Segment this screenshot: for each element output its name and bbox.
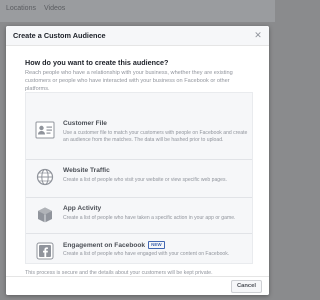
new-badge: NEW: [148, 241, 165, 249]
option-title: Website Traffic: [63, 167, 110, 174]
audience-options-list: Customer File Use a customer file to mat…: [25, 92, 253, 264]
option-website-traffic[interactable]: Website Traffic Create a list of people …: [26, 159, 252, 197]
option-title: Customer File: [63, 120, 107, 127]
dialog-question: How do you want to create this audience?: [25, 58, 169, 67]
option-engagement-on-facebook[interactable]: Engagement on Facebook NEW Create a list …: [26, 233, 252, 271]
option-app-activity[interactable]: App Activity Create a list of people who…: [26, 197, 252, 235]
cancel-button[interactable]: Cancel: [230, 280, 262, 293]
close-icon[interactable]: ✕: [253, 30, 263, 40]
tab-videos[interactable]: Videos: [44, 5, 65, 12]
tab-locations[interactable]: Locations: [6, 5, 36, 12]
dialog-intro-text: Reach people who have a relationship wit…: [25, 70, 233, 92]
option-title: Engagement on Facebook NEW: [63, 241, 165, 249]
globe-icon: [36, 168, 54, 186]
option-description: Use a customer file to match your custom…: [63, 130, 248, 143]
option-title: App Activity: [63, 205, 102, 212]
customer-file-icon: [35, 121, 55, 139]
dialog-title: Create a Custom Audience: [13, 31, 106, 40]
create-custom-audience-dialog: Create a Custom Audience ✕ How do you wa…: [6, 26, 269, 295]
option-description: Create a list of people who have engaged…: [63, 251, 230, 257]
facebook-icon: [36, 242, 54, 260]
dialog-header: Create a Custom Audience ✕: [6, 26, 269, 46]
option-description: Create a list of people who visit your w…: [63, 177, 227, 183]
background-tab-bar: Locations Videos: [0, 0, 275, 22]
app-cube-icon: [38, 207, 52, 223]
option-description: Create a list of people who have taken a…: [63, 215, 236, 221]
dialog-footer: Cancel: [6, 276, 269, 295]
option-customer-file[interactable]: Customer File Use a customer file to mat…: [26, 113, 252, 150]
